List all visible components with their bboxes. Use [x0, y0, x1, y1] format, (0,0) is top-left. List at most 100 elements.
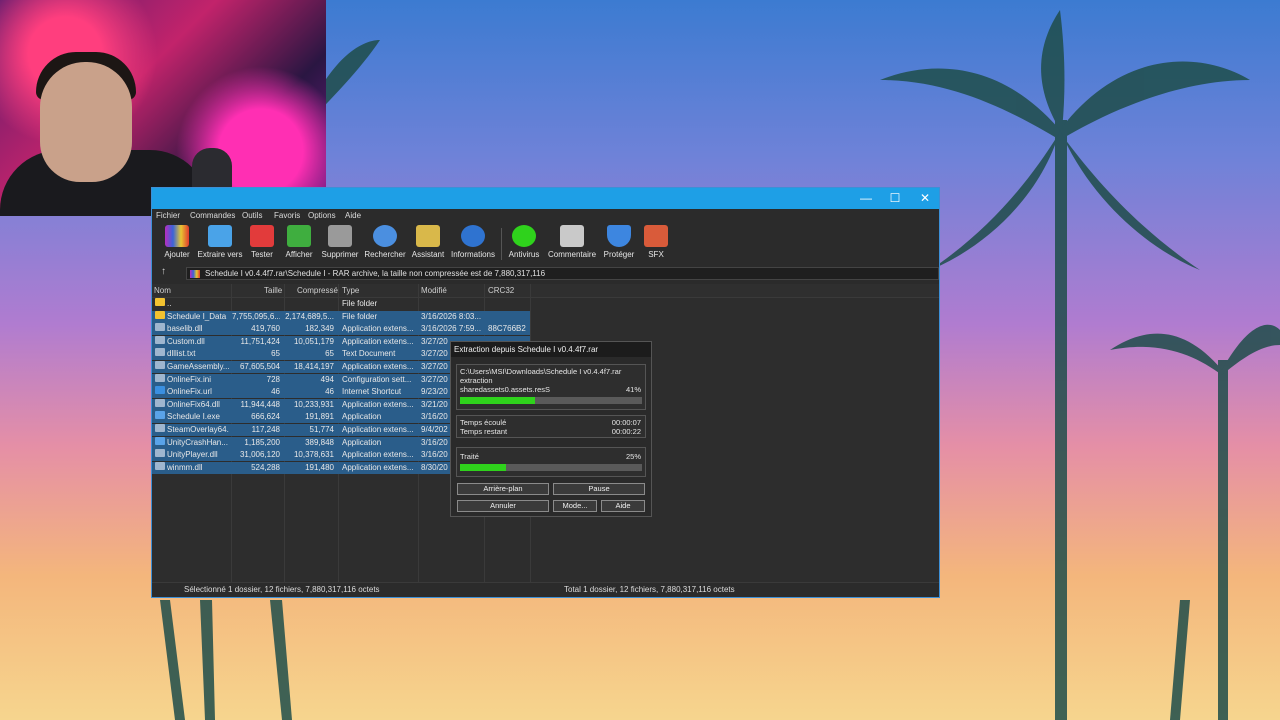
cell-size: 7,755,095,6...: [232, 311, 280, 321]
cell-type: Application extens...: [342, 425, 414, 434]
cell-modified: 3/16/2026 7:59...: [421, 324, 482, 334]
extract-to-button[interactable]: Extraire vers: [196, 225, 244, 263]
title-bar[interactable]: — ☐ ✕: [152, 188, 939, 209]
search-label: Rechercher: [364, 250, 406, 259]
address-bar[interactable]: ↑ Schedule I v0.4.4f7.rar\Schedule I - R…: [161, 266, 939, 280]
cell-size: 419,760: [251, 324, 280, 334]
menu-fichier[interactable]: Fichier: [156, 209, 180, 222]
col-crc[interactable]: CRC32: [488, 284, 514, 297]
cell-packed: 10,233,931: [293, 399, 334, 409]
cell-type: Application extens...: [342, 450, 414, 460]
info-icon: [461, 225, 485, 247]
file-icon: [155, 461, 165, 470]
antivirus-button[interactable]: Antivirus: [500, 225, 548, 263]
cell-size: 11,944,448: [240, 399, 280, 409]
add-label: Ajouter: [164, 250, 190, 259]
file-row[interactable]: .. File folder: [152, 298, 939, 310]
sfx-icon: [644, 225, 668, 247]
elapsed-value: 00:00:07: [611, 418, 641, 427]
delete-label: Supprimer: [321, 250, 359, 259]
view-book-icon: [287, 225, 311, 247]
file-icon: [155, 449, 165, 458]
maximize-icon[interactable]: ☐: [880, 190, 910, 206]
menu-options[interactable]: Options: [308, 209, 336, 222]
up-arrow-icon[interactable]: ↑: [161, 266, 166, 277]
sfx-button[interactable]: SFX: [632, 225, 680, 263]
close-icon[interactable]: ✕: [910, 190, 940, 206]
delete-button[interactable]: Supprimer: [316, 225, 364, 263]
comment-button[interactable]: Commentaire: [548, 225, 596, 263]
minimize-icon[interactable]: —: [851, 190, 881, 206]
file-row[interactable]: baselib.dll 419,760 182,349 Application ext…: [152, 323, 530, 336]
cell-size: 117,248: [251, 425, 280, 434]
background-button[interactable]: Arrière-plan: [457, 483, 549, 495]
cell-type: Application: [342, 412, 382, 422]
add-button[interactable]: Ajouter: [153, 225, 201, 263]
file-progress-bar: [460, 397, 642, 404]
cancel-button[interactable]: Annuler: [457, 500, 549, 512]
cell-packed: 389,848: [305, 437, 334, 447]
magnifier-icon: [373, 225, 397, 247]
antivirus-icon: [512, 225, 536, 247]
remaining-value: 00:00:22: [611, 427, 641, 436]
menu-favoris[interactable]: Favoris: [274, 209, 300, 222]
file-icon: [155, 373, 165, 382]
antivirus-label: Antivirus: [508, 250, 540, 259]
menu-bar: Fichier Commandes Outils Favoris Options…: [152, 209, 939, 222]
elapsed-label: Temps écoulé: [460, 418, 507, 427]
menu-commandes[interactable]: Commandes: [190, 209, 235, 222]
total-progress-bar: [460, 464, 642, 471]
cell-size: 65: [271, 349, 280, 359]
cell-packed: 182,349: [305, 324, 334, 334]
col-size[interactable]: Taille: [264, 284, 282, 297]
help-button[interactable]: Aide: [601, 500, 645, 512]
file-icon: [155, 398, 165, 407]
file-row[interactable]: Schedule I_Data 7,755,095,6... 2,174,689,5…: [152, 310, 530, 323]
cell-packed: 2,174,689,5...: [285, 311, 334, 321]
rar-archive-icon: [190, 270, 200, 278]
comment-label: Commentaire: [548, 250, 597, 259]
cell-name: baselib.dll: [167, 324, 203, 334]
cell-name: Custom.dll: [167, 336, 205, 346]
search-button[interactable]: Rechercher: [361, 225, 409, 263]
cell-name: OnlineFix.ini: [167, 374, 212, 384]
cell-type: Application extens...: [342, 399, 414, 409]
url-icon: [155, 386, 165, 395]
cell-size: 1,185,200: [244, 437, 280, 447]
pause-button[interactable]: Pause: [553, 483, 645, 495]
mode-button[interactable]: Mode...: [553, 500, 597, 512]
menu-aide[interactable]: Aide: [345, 209, 361, 222]
processed-panel: Traité 25%: [456, 447, 646, 477]
wizard-wand-icon: [416, 225, 440, 247]
processed-percent: 25%: [625, 452, 641, 461]
file-progress-fill: [460, 397, 535, 404]
cell-type: Internet Shortcut: [342, 387, 402, 397]
cell-name: OnlineFix.url: [167, 387, 212, 397]
col-packed[interactable]: Compressé: [297, 284, 338, 297]
cell-name: Schedule I.exe: [167, 412, 220, 422]
dialog-title: Extraction depuis Schedule I v0.4.4f7.ra…: [451, 342, 651, 357]
col-type[interactable]: Type: [342, 284, 359, 297]
time-panel: Temps écoulé 00:00:07 Temps restant 00:0…: [456, 415, 646, 438]
info-label: Informations: [450, 250, 496, 259]
cell-size: 67,605,504: [239, 362, 280, 371]
cell-packed: 65: [325, 349, 334, 359]
folder-icon: [155, 310, 165, 319]
cell-type: File folder: [342, 311, 378, 321]
col-name[interactable]: Nom: [154, 284, 171, 297]
wizard-button[interactable]: Assistant: [404, 225, 452, 263]
col-modified[interactable]: Modifié: [421, 284, 447, 297]
current-file: sharedassets0.assets.resS: [460, 385, 551, 394]
cell-name: UnityPlayer.dll: [167, 450, 218, 460]
cell-type: File folder: [342, 299, 378, 308]
exe-icon: [155, 411, 165, 420]
cell-packed: 10,051,179: [293, 336, 334, 346]
info-button[interactable]: Informations: [449, 225, 497, 263]
folder-icon: [155, 298, 165, 306]
menu-outils[interactable]: Outils: [242, 209, 262, 222]
wizard-label: Assistant: [411, 250, 445, 259]
cell-modified: 3/16/2026 8:03...: [421, 311, 482, 321]
cell-packed: 191,480: [305, 462, 334, 472]
cell-type: Application: [342, 437, 382, 447]
cell-type: Application extens...: [342, 362, 414, 371]
